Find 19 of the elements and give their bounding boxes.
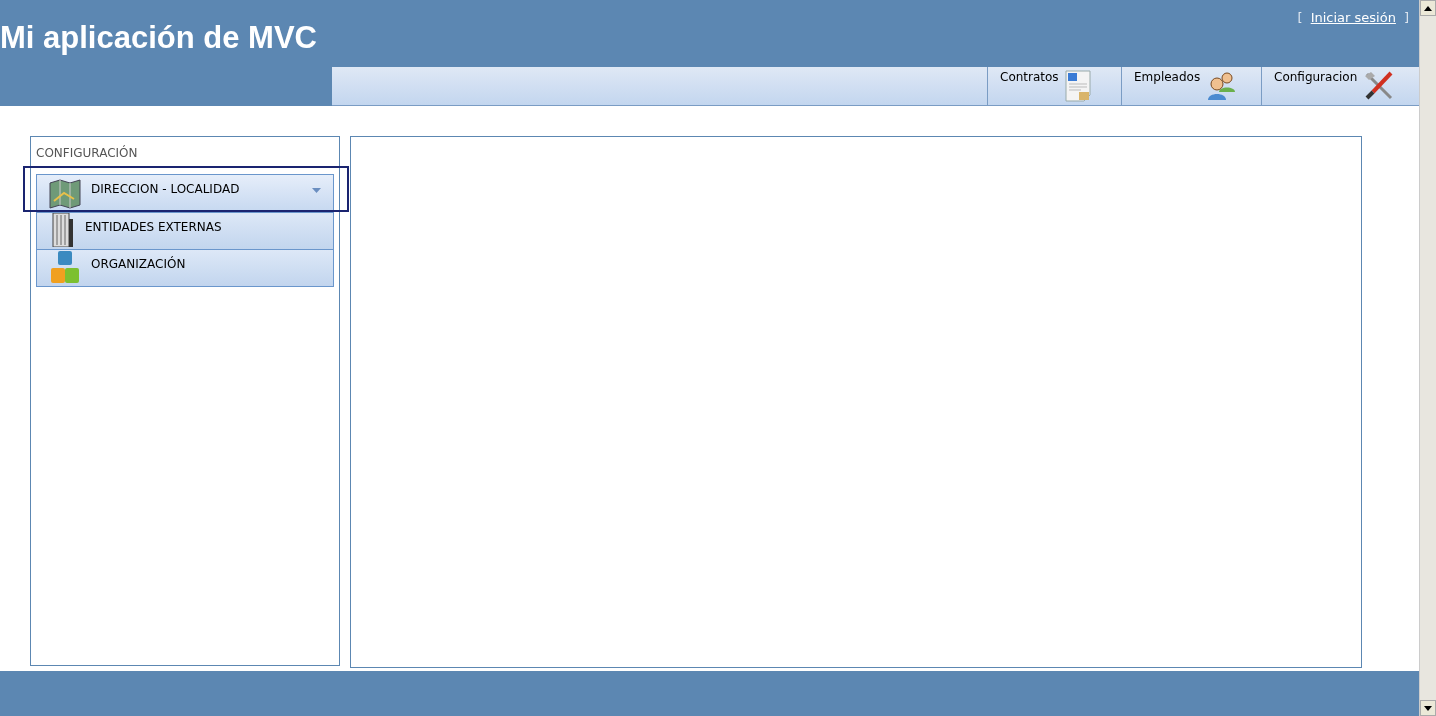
sidebar-heading: CONFIGURACIÓN [36, 146, 139, 160]
blocks-icon [49, 250, 81, 284]
menu-item[interactable]: ORGANIZACIÓN [37, 249, 333, 286]
app-title: Mi aplicación de MVC [0, 19, 317, 57]
building-icon [49, 213, 75, 247]
menu-item[interactable]: DIRECCION - LOCALIDAD [37, 175, 333, 212]
scroll-down-icon[interactable] [1420, 700, 1436, 716]
scrollbar[interactable] [1419, 0, 1436, 716]
scroll-up-icon[interactable] [1420, 0, 1436, 16]
bracket-text: ] [1403, 10, 1409, 27]
menu-item[interactable]: ENTIDADES EXTERNAS [37, 212, 333, 249]
nav-item[interactable]: Empleados [1121, 67, 1261, 105]
map-icon [49, 179, 81, 209]
dropdown-arrow-icon [312, 188, 321, 193]
bracket-text: [ [1297, 10, 1303, 27]
login-link[interactable]: Iniciar sesión [1310, 10, 1396, 67]
document-icon [1064, 70, 1091, 102]
nav-item[interactable]: Contratos [987, 67, 1121, 105]
people-icon [1206, 70, 1237, 100]
